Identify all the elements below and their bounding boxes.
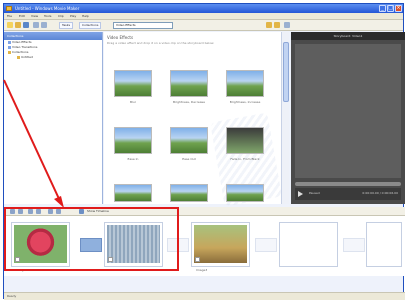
effect-clip[interactable] <box>226 184 264 202</box>
collections-pane-header: Collections <box>4 32 102 40</box>
effect-thumbnail <box>114 70 152 97</box>
folder-icon <box>8 50 11 54</box>
effect-thumbnail <box>226 127 264 154</box>
effect-thumbnail <box>114 127 152 154</box>
app-icon <box>6 6 12 11</box>
play-icon[interactable] <box>298 191 303 197</box>
new-project-icon[interactable] <box>7 22 13 28</box>
garden-thumbnail <box>194 225 247 263</box>
effect-clip[interactable] <box>170 184 208 202</box>
transition-slot[interactable] <box>343 238 365 252</box>
window-title: Untitled - Windows Movie Maker <box>15 6 80 11</box>
monitor-title: Storyboard: Video1 <box>291 32 405 40</box>
open-project-icon[interactable] <box>15 22 21 28</box>
effect-clip[interactable]: Brightness, Decrease <box>170 70 208 104</box>
effect-thumbnail <box>170 70 208 97</box>
collection-scrollbar[interactable] <box>281 32 289 204</box>
title-bar: Untitled - Windows Movie Maker _ □ × <box>4 4 403 13</box>
transitions-icon <box>8 45 11 49</box>
save-project-icon[interactable] <box>23 22 29 28</box>
collection-pane: Video Effects Drag a video effect and dr… <box>104 32 289 207</box>
preview-monitor: Storyboard: Video1 Paused 0:00:00.00 / 0… <box>291 32 405 204</box>
close-button[interactable]: × <box>395 5 402 12</box>
tree-item-untitled[interactable]: Untitled <box>4 55 102 60</box>
collections-button[interactable]: Collections <box>79 22 102 29</box>
effect-thumbnail <box>226 184 264 202</box>
scrollbar-thumb[interactable] <box>283 42 289 102</box>
maximize-button[interactable]: □ <box>387 5 394 12</box>
collection-dropdown[interactable]: Video Effects <box>113 22 173 29</box>
playback-controls: Paused 0:00:00.00 / 0:00:06.00 <box>295 188 401 200</box>
effect-thumbnail <box>114 184 152 202</box>
effect-clip[interactable]: Ease Out <box>170 127 208 161</box>
effect-clip[interactable]: Brightness, Increase <box>226 70 264 104</box>
empty-storyboard-frame[interactable] <box>279 222 338 267</box>
effect-clip[interactable]: Fade In, From Black <box>226 127 264 161</box>
menu-clip[interactable]: Clip <box>58 14 64 18</box>
collection-title: Video Effects <box>107 35 134 40</box>
tasks-button[interactable]: Tasks <box>59 22 74 29</box>
effects-icon <box>8 40 11 44</box>
playback-status: Paused <box>309 191 320 195</box>
new-folder-icon[interactable] <box>274 22 280 28</box>
status-bar: Ready <box>4 292 405 300</box>
minimize-button[interactable]: _ <box>379 5 386 12</box>
menu-file[interactable]: File <box>7 14 12 18</box>
menu-play[interactable]: Play <box>70 14 76 18</box>
effect-clip[interactable]: Blur <box>114 70 152 104</box>
main-toolbar: Tasks Collections Video Effects <box>4 20 403 31</box>
highlight-box <box>4 207 179 271</box>
redo-icon[interactable] <box>41 22 47 28</box>
seek-bar[interactable] <box>295 182 401 186</box>
playback-time: 0:00:00.00 / 0:00:06.00 <box>362 191 398 195</box>
effect-clip[interactable] <box>114 184 152 202</box>
menu-view[interactable]: View <box>31 14 38 18</box>
menu-edit[interactable]: Edit <box>19 14 25 18</box>
transition-slot[interactable] <box>255 238 277 252</box>
empty-storyboard-frame[interactable] <box>366 222 402 267</box>
folder-icon <box>17 55 20 59</box>
effect-thumbnail <box>170 184 208 202</box>
undo-icon[interactable] <box>33 22 39 28</box>
up-folder-icon[interactable] <box>266 22 272 28</box>
views-icon[interactable] <box>284 22 290 28</box>
storyboard-frame[interactable]: Image3 <box>191 222 250 272</box>
effect-clip[interactable]: Ease In <box>114 127 152 161</box>
collection-hint: Drag a video effect and drop it on a vid… <box>107 41 215 45</box>
menu-tools[interactable]: Tools <box>44 14 51 18</box>
collections-pane: Collections Video Effects Video Transiti… <box>4 32 103 204</box>
effect-thumbnail <box>226 70 264 97</box>
effect-thumbnail <box>170 127 208 154</box>
menu-help[interactable]: Help <box>82 14 89 18</box>
clip-badge-icon <box>195 257 200 262</box>
menu-bar: File Edit View Tools Clip Play Help <box>4 13 403 20</box>
preview-screen <box>295 44 401 178</box>
